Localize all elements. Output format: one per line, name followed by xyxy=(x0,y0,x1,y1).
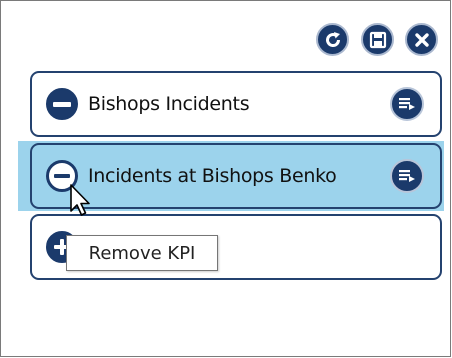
save-icon xyxy=(369,31,386,48)
remove-kpi-button[interactable] xyxy=(46,88,78,120)
kpi-details-button[interactable] xyxy=(390,159,424,193)
list-details-icon xyxy=(399,98,415,110)
kpi-label: Bishops Incidents xyxy=(88,93,250,115)
save-button[interactable] xyxy=(361,23,394,56)
list-details-icon xyxy=(399,170,415,182)
refresh-button[interactable] xyxy=(316,23,349,56)
kpi-label: Incidents at Bishops Benko xyxy=(88,165,337,187)
close-icon xyxy=(414,32,429,47)
close-button[interactable] xyxy=(405,23,438,56)
kpi-details-button[interactable] xyxy=(390,87,424,121)
minus-icon xyxy=(53,101,71,107)
minus-icon xyxy=(54,174,70,178)
kpi-card: Bishops Incidents xyxy=(30,71,442,137)
kpi-panel: Bishops Incidents Incidents at Bishops B… xyxy=(0,0,451,357)
refresh-icon xyxy=(325,31,340,47)
tooltip: Remove KPI xyxy=(66,235,218,271)
mouse-cursor-icon xyxy=(70,184,90,216)
